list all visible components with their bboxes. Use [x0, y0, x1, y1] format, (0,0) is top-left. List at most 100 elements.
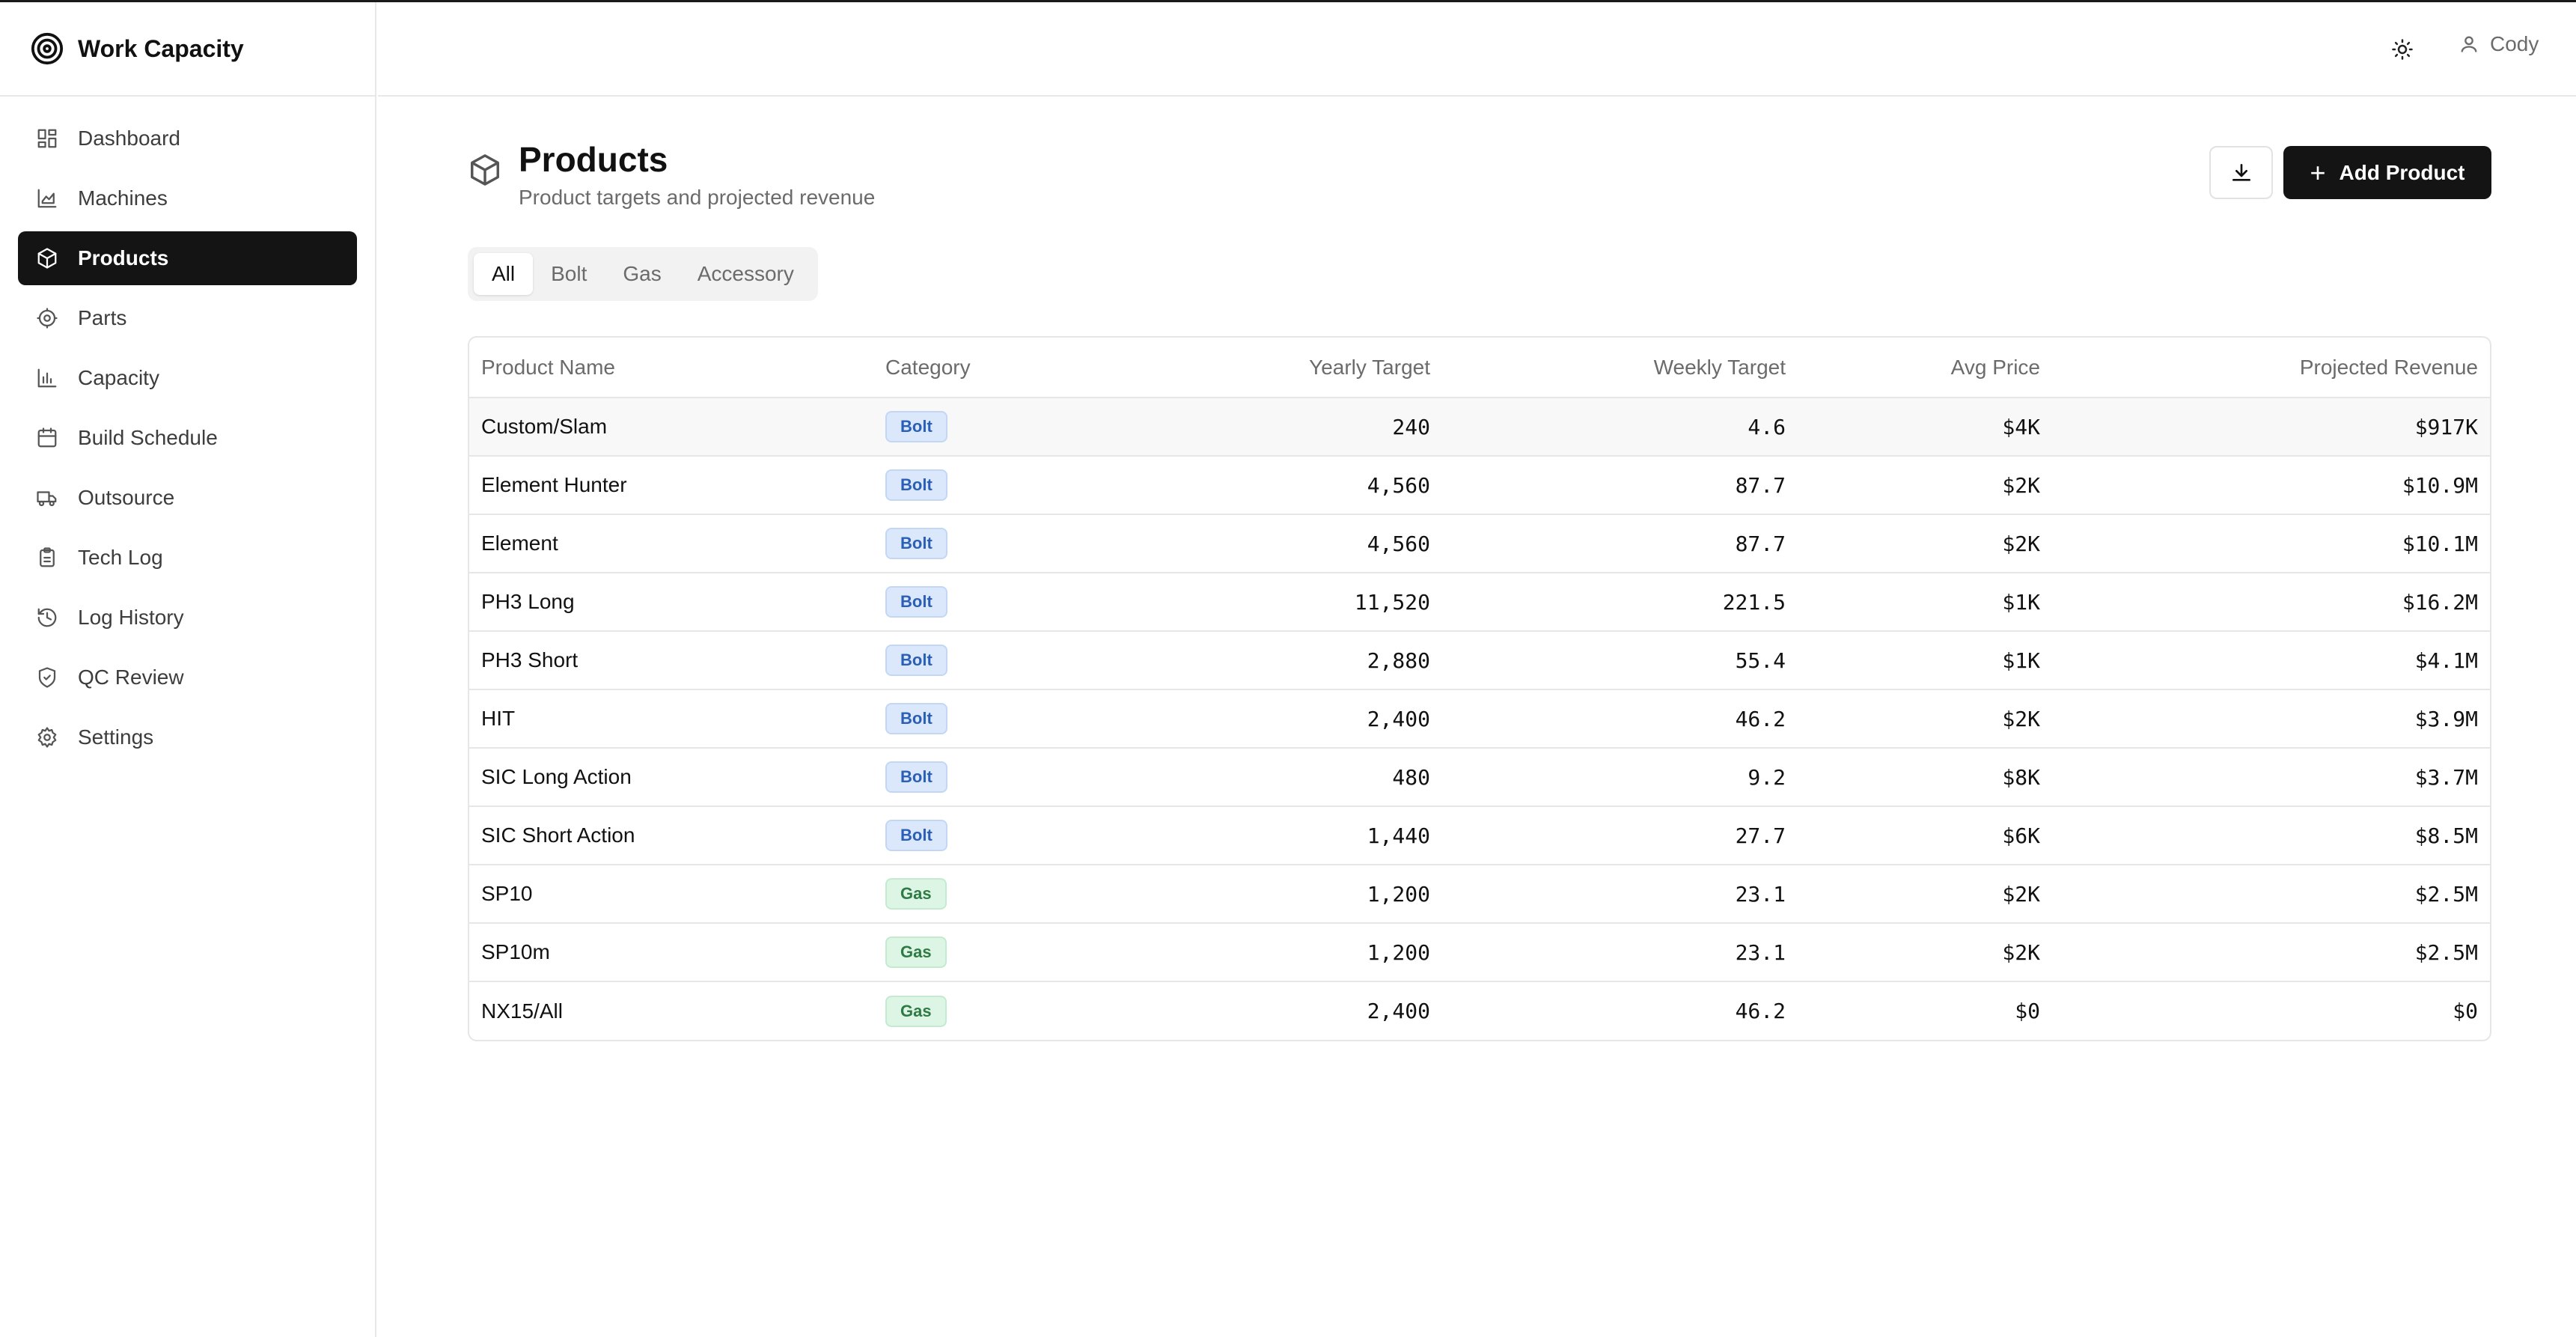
- projected-revenue-cell: $4.1M: [2052, 631, 2490, 690]
- col-projected-revenue[interactable]: Projected Revenue: [2052, 338, 2490, 398]
- app-title: Work Capacity: [78, 34, 244, 62]
- avg-price-cell: $4K: [1798, 398, 2052, 457]
- sidebar-item-label: Outsource: [78, 486, 175, 509]
- category-cell: Bolt: [873, 631, 1113, 690]
- download-icon: [2232, 163, 2250, 181]
- projected-revenue-cell: $2.5M: [2052, 865, 2490, 924]
- projected-revenue-cell: $16.2M: [2052, 573, 2490, 632]
- page-subtitle: Product targets and projected revenue: [519, 186, 876, 209]
- target-icon: [31, 32, 64, 65]
- sidebar-item-dashboard[interactable]: Dashboard: [18, 112, 357, 165]
- col-yearly-target[interactable]: Yearly Target: [1113, 338, 1442, 398]
- table-row[interactable]: PH3 Short Bolt 2,880 55.4 $1K $4.1M: [469, 631, 2490, 690]
- product-name-cell: Element: [469, 514, 873, 573]
- avg-price-cell: $0: [2015, 999, 2040, 1023]
- tab-gas[interactable]: Gas: [605, 253, 679, 295]
- table-row[interactable]: Element Bolt 4,560 87.7 $2K $10.1M: [469, 514, 2490, 573]
- weekly-target-cell: 87.7: [1442, 456, 1798, 515]
- table-row[interactable]: Custom/Slam Bolt 240 4.6 $4K $917K: [469, 398, 2490, 457]
- col-avg-price[interactable]: Avg Price: [1798, 338, 2052, 398]
- category-badge: Bolt: [885, 586, 947, 618]
- sidebar-item-label: Build Schedule: [78, 426, 218, 449]
- sidebar-item-settings[interactable]: Settings: [18, 710, 357, 764]
- table-row[interactable]: SP10m Gas 1,200 23.1 $2K $2.5M: [469, 923, 2490, 982]
- category-badge: Gas: [885, 936, 947, 968]
- avg-price-cell: $8K: [1798, 748, 2052, 807]
- product-name-cell: SP10m: [469, 923, 873, 982]
- projected-revenue-cell: $10.1M: [2052, 514, 2490, 573]
- table-row[interactable]: Element Hunter Bolt 4,560 87.7 $2K $10.9M: [469, 456, 2490, 515]
- user-menu[interactable]: Cody: [2459, 32, 2539, 56]
- yearly-target-cell: 4,560: [1113, 514, 1442, 573]
- sidebar-item-machines[interactable]: Machines: [18, 171, 357, 225]
- sidebar-nav: Dashboard Machines Products Parts Capacity Bu…: [0, 97, 375, 764]
- brand[interactable]: Work Capacity: [0, 2, 375, 97]
- plus-icon: +: [2310, 156, 2326, 188]
- tab-bolt[interactable]: Bolt: [533, 253, 605, 295]
- history-icon: [37, 608, 57, 627]
- sidebar-item-qc-review[interactable]: QC Review: [18, 651, 357, 704]
- category-badge: Bolt: [885, 645, 947, 676]
- category-badge: Bolt: [885, 703, 947, 734]
- sidebar-item-label: Machines: [78, 186, 168, 210]
- sidebar-item-outsource[interactable]: Outsource: [18, 471, 357, 525]
- tab-all[interactable]: All: [474, 253, 534, 295]
- category-cell: Gas: [873, 981, 1113, 1040]
- table-row[interactable]: SIC Short Action Bolt 1,440 27.7 $6K $8.5M: [469, 806, 2490, 865]
- yearly-target-cell: 11,520: [1113, 573, 1442, 632]
- weekly-target-cell: 87.7: [1442, 514, 1798, 573]
- table-row[interactable]: SIC Long Action Bolt 480 9.2 $8K $3.7M: [469, 748, 2490, 807]
- col-weekly-target[interactable]: Weekly Target: [1442, 338, 1798, 398]
- sidebar-item-label: Dashboard: [78, 127, 180, 150]
- weekly-target-cell: 55.4: [1442, 631, 1798, 690]
- tab-accessory[interactable]: Accessory: [680, 253, 812, 295]
- theme-toggle-button[interactable]: [2387, 34, 2417, 64]
- table-row[interactable]: HIT Bolt 2,400 46.2 $2K $3.9M: [469, 689, 2490, 749]
- yearly-target-cell: 4,560: [1113, 456, 1442, 515]
- weekly-target-cell: 46.2: [1442, 689, 1798, 749]
- sidebar-item-label: Log History: [78, 606, 184, 629]
- bar-chart-icon: [37, 368, 57, 388]
- download-button[interactable]: [2209, 146, 2273, 199]
- projected-revenue-cell: $3.7M: [2052, 748, 2490, 807]
- avg-price-cell: $2K: [1798, 514, 2052, 573]
- category-badge: Gas: [885, 878, 947, 910]
- shield-check-icon: [38, 667, 56, 688]
- category-badge: Gas: [885, 995, 947, 1027]
- product-name-cell: HIT: [469, 689, 873, 749]
- category-badge: Bolt: [885, 469, 947, 501]
- yearly-target-cell: 2,400: [1113, 689, 1442, 749]
- category-cell: Bolt: [873, 456, 1113, 515]
- weekly-target-cell: 9.2: [1442, 748, 1798, 807]
- sidebar-item-capacity[interactable]: Capacity: [18, 351, 357, 405]
- user-name: Cody: [2490, 32, 2539, 55]
- avg-price-cell: $1K: [1798, 631, 2052, 690]
- table-row[interactable]: NX15/All Gas 2,400 46.2 $0 $0: [469, 981, 2490, 1040]
- sidebar-item-log-history[interactable]: Log History: [18, 591, 357, 645]
- category-cell: Bolt: [873, 806, 1113, 865]
- table-row[interactable]: PH3 Long Bolt 11,520 221.5 $1K $16.2M: [469, 573, 2490, 632]
- yearly-target-cell: 1,200: [1113, 865, 1442, 924]
- package-icon: [37, 248, 57, 269]
- category-cell: Gas: [873, 865, 1113, 924]
- sidebar-item-tech-log[interactable]: Tech Log: [18, 531, 357, 585]
- product-name-cell: SP10: [469, 865, 873, 924]
- add-product-button[interactable]: + Add Product: [2283, 146, 2491, 199]
- sidebar-item-parts[interactable]: Parts: [18, 291, 357, 345]
- weekly-target-cell: 221.5: [1442, 573, 1798, 632]
- sidebar-item-products[interactable]: Products: [18, 231, 357, 285]
- sidebar-item-label: QC Review: [78, 666, 184, 689]
- projected-revenue-cell: $8.5M: [2052, 806, 2490, 865]
- col-category[interactable]: Category: [873, 338, 1113, 398]
- category-badge: Bolt: [885, 528, 947, 559]
- sidebar-item-label: Settings: [78, 725, 154, 749]
- yearly-target-cell: 1,200: [1113, 923, 1442, 982]
- avg-price-cell: $2K: [1798, 456, 2052, 515]
- sidebar-item-label: Parts: [78, 306, 127, 329]
- sidebar-item-build-schedule[interactable]: Build Schedule: [18, 411, 357, 465]
- category-badge: Bolt: [885, 820, 947, 851]
- projected-revenue-cell: $2.5M: [2052, 923, 2490, 982]
- table-row[interactable]: SP10 Gas 1,200 23.1 $2K $2.5M: [469, 865, 2490, 924]
- package-icon: [471, 154, 499, 186]
- col-product-name[interactable]: Product Name: [469, 338, 873, 398]
